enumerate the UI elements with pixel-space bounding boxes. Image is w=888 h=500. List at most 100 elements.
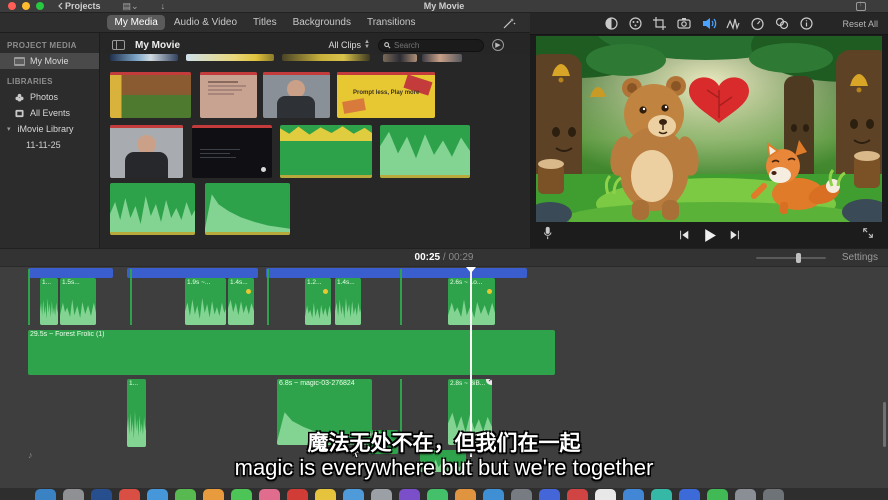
dock-app-icon[interactable] xyxy=(427,489,448,500)
dock-app-icon[interactable] xyxy=(567,489,588,500)
clip-thumbnail[interactable] xyxy=(200,72,257,118)
dock-app-icon[interactable] xyxy=(91,489,112,500)
sidebar-item-my-movie[interactable]: My Movie xyxy=(0,53,99,69)
dock-app-icon[interactable] xyxy=(287,489,308,500)
clip-thumbnail[interactable] xyxy=(110,54,178,61)
clip-filter-icon[interactable] xyxy=(774,16,790,31)
title-bar-clip[interactable] xyxy=(127,268,258,278)
timeline-settings-button[interactable]: Settings xyxy=(842,252,878,263)
photos-icon xyxy=(14,93,25,102)
audio-clip[interactable]: 1... xyxy=(40,278,58,325)
clip-filter-value: All Clips xyxy=(329,40,362,50)
volume-icon[interactable] xyxy=(701,16,717,31)
window-title: My Movie xyxy=(0,1,888,11)
dock-app-icon[interactable] xyxy=(203,489,224,500)
clip-thumbnail[interactable] xyxy=(422,54,462,62)
my-movie-label: My Movie xyxy=(30,56,69,66)
dock-app-icon[interactable] xyxy=(707,489,728,500)
dock-app-icon[interactable] xyxy=(595,489,616,500)
audio-clip[interactable]: 1.5s... xyxy=(60,278,96,325)
dock xyxy=(35,489,835,500)
all-events-icon xyxy=(14,109,25,118)
clip-thumbnail[interactable] xyxy=(282,54,370,61)
dock-app-icon[interactable] xyxy=(763,489,784,500)
reset-all-button[interactable]: Reset All xyxy=(842,19,878,29)
sidebar-item-imovie-library[interactable]: ▾ iMovie Library xyxy=(0,121,99,137)
dock-app-icon[interactable] xyxy=(315,489,336,500)
zoom-slider-thumb[interactable] xyxy=(796,253,801,263)
title-bar-clip[interactable] xyxy=(28,268,113,278)
video-viewer xyxy=(536,36,882,222)
speed-icon[interactable] xyxy=(750,16,765,31)
audio-clip[interactable]: 1.2... xyxy=(305,278,331,325)
audio-clip-thumbnail[interactable] xyxy=(280,125,372,178)
browser-thumbnails: Prompt less, Play more xyxy=(100,54,530,248)
dock-app-icon[interactable] xyxy=(483,489,504,500)
clip-thumbnail[interactable] xyxy=(192,125,272,178)
libraries-sidebar: PROJECT MEDIA My Movie LIBRARIES Photos … xyxy=(0,33,100,248)
clip-thumbnail[interactable] xyxy=(110,72,191,118)
dock-app-icon[interactable] xyxy=(63,489,84,500)
clip-thumbnail[interactable] xyxy=(186,54,274,61)
audio-clip-thumbnail[interactable] xyxy=(205,183,290,235)
stabilization-icon[interactable] xyxy=(676,16,692,31)
sidebar-item-photos[interactable]: Photos xyxy=(0,89,99,105)
noise-reduction-icon[interactable] xyxy=(726,16,741,31)
title-bar-clip[interactable] xyxy=(266,268,527,278)
sidebar-item-all-events[interactable]: All Events xyxy=(0,105,99,121)
dock-app-icon[interactable] xyxy=(119,489,140,500)
dock-app-icon[interactable] xyxy=(259,489,280,500)
search-field[interactable] xyxy=(378,39,484,52)
dock-app-icon[interactable] xyxy=(539,489,560,500)
clip-thumbnail[interactable] xyxy=(383,54,417,62)
audio-clip-thumbnail[interactable] xyxy=(380,125,470,178)
clip-thumbnail[interactable] xyxy=(110,125,183,178)
audio-clip[interactable]: 1.4s... xyxy=(335,278,361,325)
clip-thumbnail[interactable] xyxy=(263,72,330,118)
search-input[interactable] xyxy=(394,41,474,50)
disclosure-chevron-icon[interactable]: ▾ xyxy=(7,125,11,133)
audio-clip-thumbnail[interactable] xyxy=(110,183,195,235)
skip-forward-icon[interactable] xyxy=(729,229,741,241)
tab-my-media[interactable]: My Media xyxy=(107,15,164,30)
fullscreen-icon[interactable] xyxy=(862,226,874,244)
music-clip-forest-frolic[interactable]: 29.5s ~ Forest Frolic (1) xyxy=(28,330,555,375)
tab-titles[interactable]: Titles xyxy=(246,15,284,30)
all-events-label: All Events xyxy=(30,108,70,118)
window-titlebar: Projects ▤⌄ ↓ My Movie xyxy=(0,0,888,13)
audio-clip[interactable]: 1.4s... xyxy=(228,278,254,325)
preview-pane: Reset All xyxy=(530,13,888,248)
audio-clip[interactable]: 1.9s ~... xyxy=(185,278,226,325)
dock-app-icon[interactable] xyxy=(735,489,756,500)
crop-icon[interactable] xyxy=(652,16,667,31)
color-correction-icon[interactable] xyxy=(628,16,643,31)
dock-app-icon[interactable] xyxy=(651,489,672,500)
sidebar-item-event-date[interactable]: 11-11-25 xyxy=(0,137,99,153)
clip-filter-dropdown[interactable]: All Clips ▲▼ xyxy=(329,40,370,50)
dock-app-icon[interactable] xyxy=(399,489,420,500)
dock-app-icon[interactable] xyxy=(147,489,168,500)
tab-backgrounds[interactable]: Backgrounds xyxy=(286,15,358,30)
subtitle-chinese: 魔法无处不在，但我们在一起 xyxy=(0,427,888,457)
dock-app-icon[interactable] xyxy=(371,489,392,500)
dock-app-icon[interactable] xyxy=(231,489,252,500)
tab-audio-video[interactable]: Audio & Video xyxy=(167,15,244,30)
clip-thumbnail[interactable]: Prompt less, Play more xyxy=(337,72,435,118)
clip-preview-icon[interactable]: ▶ xyxy=(492,39,504,51)
tab-transitions[interactable]: Transitions xyxy=(360,15,423,30)
dock-app-icon[interactable] xyxy=(623,489,644,500)
dock-app-icon[interactable] xyxy=(679,489,700,500)
audio-clip[interactable]: 2.6s ~ Lo... xyxy=(448,278,495,325)
sidebar-toggle-icon[interactable] xyxy=(112,40,125,50)
color-balance-icon[interactable] xyxy=(604,16,619,31)
dock-app-icon[interactable] xyxy=(35,489,56,500)
play-button[interactable] xyxy=(702,228,717,243)
dock-app-icon[interactable] xyxy=(343,489,364,500)
dock-app-icon[interactable] xyxy=(455,489,476,500)
skip-back-icon[interactable] xyxy=(678,229,690,241)
timeline-zoom-slider[interactable] xyxy=(756,257,826,259)
dock-app-icon[interactable] xyxy=(175,489,196,500)
dock-app-icon[interactable] xyxy=(511,489,532,500)
share-icon[interactable] xyxy=(856,2,866,11)
info-icon[interactable] xyxy=(799,16,814,31)
